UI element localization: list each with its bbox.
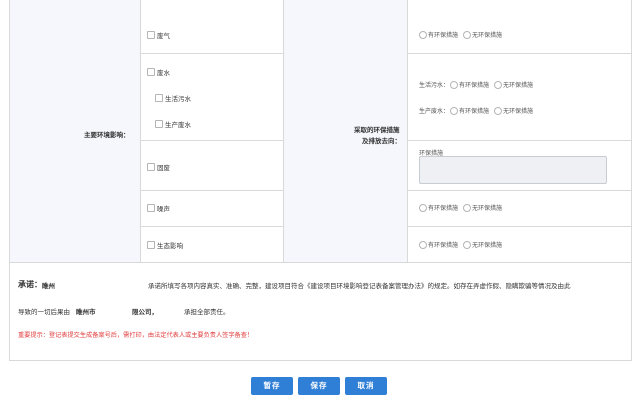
redacted-block-2 bbox=[99, 305, 132, 314]
table-divider-3 bbox=[407, 0, 408, 262]
domestic-sewage-no-radio[interactable] bbox=[494, 81, 502, 89]
noise-checkbox[interactable] bbox=[147, 204, 155, 212]
main-impact-label: 主要环境影响： bbox=[84, 131, 130, 139]
waste-water-label: 废水 bbox=[157, 69, 170, 77]
redacted-block-1 bbox=[60, 279, 146, 288]
waste-gas-has-label: 有环保措施 bbox=[428, 32, 459, 39]
solid-waste-label: 固废 bbox=[157, 164, 170, 172]
waste-gas-no-label: 无环保措施 bbox=[472, 32, 503, 39]
production-wastewater-has-label: 有环保措施 bbox=[459, 108, 490, 115]
domestic-sewage-no-label: 无环保措施 bbox=[503, 82, 534, 89]
promise-text-line1: 承诺所填写各项内容真实、准确、完整，建设项目符合《建设项目环境影响登记表备案管理… bbox=[148, 282, 571, 290]
promise-title: 承诺： bbox=[18, 280, 42, 289]
redacted-block-3 bbox=[160, 305, 182, 314]
important-warning: 重要提示：登记表提交生成备案号后，需打印，由法定代表人或主要负责人签字备查！ bbox=[18, 332, 254, 339]
domestic-sewage-has-radio[interactable] bbox=[450, 81, 458, 89]
row-line-1 bbox=[140, 53, 283, 54]
table-border-right bbox=[631, 0, 632, 360]
production-wastewater-has-radio[interactable] bbox=[450, 107, 458, 115]
waste-water-checkbox[interactable] bbox=[147, 68, 155, 76]
domestic-sewage-label: 生活污水 bbox=[165, 95, 191, 103]
domestic-sewage-has-label: 有环保措施 bbox=[459, 82, 490, 89]
row-line-2 bbox=[140, 140, 283, 141]
production-wastewater-no-radio[interactable] bbox=[494, 107, 502, 115]
waste-gas-checkbox[interactable] bbox=[147, 31, 155, 39]
ecology-has-label: 有环保措施 bbox=[428, 242, 459, 249]
save-button[interactable]: 保存 bbox=[298, 377, 340, 395]
production-wastewater-label: 生产废水 bbox=[165, 121, 191, 129]
solid-waste-checkbox[interactable] bbox=[147, 163, 155, 171]
measures-textarea[interactable] bbox=[419, 156, 607, 184]
promise-city: 睢州市 bbox=[76, 308, 96, 316]
ecology-label: 生态影响 bbox=[157, 242, 183, 250]
promise-text-line2-suffix: 承担全部责任。 bbox=[184, 308, 230, 316]
promise-company-suffix: 限公司， bbox=[132, 308, 158, 316]
noise-no-label: 无环保措施 bbox=[472, 205, 503, 212]
measures-label-line2: 及排放去向： bbox=[362, 137, 401, 145]
waste-gas-has-radio[interactable] bbox=[419, 31, 427, 39]
domestic-sewage-checkbox[interactable] bbox=[155, 94, 163, 102]
noise-has-radio[interactable] bbox=[419, 204, 427, 212]
waste-gas-label: 废气 bbox=[157, 32, 170, 40]
noise-has-label: 有环保措施 bbox=[428, 205, 459, 212]
row-line-1b bbox=[407, 53, 631, 54]
waste-gas-no-radio[interactable] bbox=[463, 31, 471, 39]
table-divider-1 bbox=[140, 0, 141, 262]
measures-label-line1: 采取的环保措施 bbox=[354, 126, 400, 134]
ecology-no-label: 无环保措施 bbox=[472, 242, 503, 249]
domestic-sewage-row-label: 生活污水： bbox=[419, 82, 450, 89]
row-line-3b bbox=[407, 190, 631, 191]
ecology-has-radio[interactable] bbox=[419, 241, 427, 249]
table-divider-2 bbox=[283, 0, 284, 262]
ecology-checkbox[interactable] bbox=[147, 241, 155, 249]
noise-no-radio[interactable] bbox=[463, 204, 471, 212]
table-border-left bbox=[9, 0, 10, 360]
row-line-2b bbox=[407, 140, 631, 141]
ecology-no-radio[interactable] bbox=[463, 241, 471, 249]
temp-save-button[interactable]: 暂存 bbox=[251, 377, 293, 395]
cancel-button[interactable]: 取消 bbox=[345, 377, 387, 395]
promise-text-line2-prefix: 导致的一切后果由 bbox=[18, 308, 70, 316]
noise-label: 噪声 bbox=[157, 205, 170, 213]
promise-company-prefix: 睢州 bbox=[42, 282, 55, 290]
production-wastewater-row-label: 生产废水： bbox=[419, 108, 450, 115]
row-line-4 bbox=[140, 226, 283, 227]
row-line-3 bbox=[140, 190, 283, 191]
production-wastewater-no-label: 无环保措施 bbox=[503, 108, 534, 115]
production-wastewater-checkbox[interactable] bbox=[155, 120, 163, 128]
row-line-4b bbox=[407, 226, 631, 227]
table-line-bottom bbox=[9, 262, 632, 263]
table-border-bottom bbox=[9, 360, 632, 361]
